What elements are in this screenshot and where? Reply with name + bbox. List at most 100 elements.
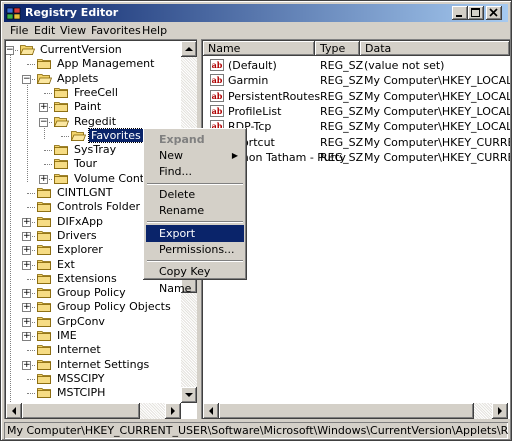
- tree-item-label: App Management: [57, 57, 155, 71]
- menu-item-find[interactable]: Find...: [146, 163, 244, 180]
- value-type: REG_SZ: [320, 104, 364, 118]
- expand-icon[interactable]: +: [22, 332, 31, 341]
- value-row[interactable]: ab Garmin REG_SZMy Computer\HKEY_LOCAL_MAC…: [205, 73, 510, 88]
- menu-edit[interactable]: Edit: [34, 24, 55, 37]
- tree-scroll-left-button[interactable]: [6, 403, 22, 419]
- tree-item-label: Group Policy Objects: [57, 300, 171, 314]
- tree-item[interactable]: + GrpConv: [6, 315, 179, 329]
- tree-item[interactable]: + Paint: [6, 100, 179, 114]
- list-scroll-right-button[interactable]: [492, 403, 508, 419]
- tree-item[interactable]: − Applets: [6, 72, 179, 86]
- tree-item[interactable]: FreeCell: [6, 86, 179, 100]
- value-row[interactable]: abShortcutREG_SZMy Computer\HKEY_CURRENT…: [205, 135, 510, 150]
- value-row[interactable]: ab (Default) REG_SZ (value not set): [205, 58, 507, 73]
- expand-icon[interactable]: +: [22, 246, 31, 256]
- expand-icon[interactable]: +: [39, 103, 48, 113]
- column-header-name[interactable]: Name: [203, 41, 315, 56]
- string-value-icon: ab: [210, 104, 224, 117]
- expand-icon[interactable]: +: [22, 289, 31, 299]
- folder-icon: [54, 101, 69, 113]
- scroll-down-arrow-icon: [185, 393, 193, 397]
- expand-icon[interactable]: +: [22, 260, 31, 270]
- scroll-up-arrow-icon: [185, 47, 193, 51]
- tree-horizontal-scrollbar[interactable]: [6, 403, 181, 419]
- menu-separator: [147, 183, 243, 185]
- expand-icon[interactable]: +: [22, 217, 31, 227]
- menu-favorites[interactable]: Favorites: [91, 24, 141, 37]
- column-header-data[interactable]: Data: [360, 41, 510, 56]
- folder-icon: [37, 330, 52, 342]
- menu-item-copy-key-name[interactable]: Copy Key Name: [146, 263, 244, 295]
- tree-hscroll-thumb[interactable]: [22, 403, 140, 419]
- menu-item-permissions[interactable]: Permissions...: [146, 241, 244, 258]
- tree-item[interactable]: Internet: [6, 343, 179, 357]
- value-type: REG_SZ: [320, 89, 364, 103]
- tree-item[interactable]: + Internet Settings: [6, 358, 179, 372]
- tree-item-label: Controls Folder: [57, 200, 140, 214]
- values-list-panel[interactable]: Name Type Data ab (Default) REG_SZ (value n…: [201, 39, 510, 419]
- maximize-icon: [471, 8, 480, 17]
- menu-view[interactable]: View: [60, 24, 86, 37]
- tree-scroll-down-button[interactable]: [181, 387, 197, 403]
- menu-item-rename[interactable]: Rename: [146, 202, 244, 219]
- tree-item[interactable]: − Regedit: [6, 115, 179, 129]
- tree-item[interactable]: MSTCIPH: [6, 386, 179, 400]
- value-row[interactable]: ab ProfileList REG_SZ My Computer\HKEY_LOCA…: [205, 104, 510, 119]
- list-scroll-left-button[interactable]: [203, 403, 219, 419]
- tree-item[interactable]: − CurrentVersion: [6, 43, 179, 57]
- menu-item-new[interactable]: New ▶: [146, 147, 244, 164]
- folder-icon: [53, 116, 70, 128]
- expand-icon[interactable]: +: [22, 360, 31, 370]
- folder-icon: [37, 373, 52, 385]
- collapse-icon[interactable]: −: [22, 74, 31, 84]
- menu-help[interactable]: Help: [142, 24, 167, 37]
- expand-icon[interactable]: +: [22, 317, 31, 327]
- tree-scroll-up-button[interactable]: [181, 41, 197, 57]
- folder-icon: [54, 173, 69, 185]
- expand-icon[interactable]: +: [39, 174, 48, 184]
- menu-item-expand[interactable]: Expand: [146, 131, 244, 148]
- value-data: My Computer\HKEY_CURRENT_USER: [364, 135, 510, 149]
- tree-item[interactable]: + Group Policy: [6, 286, 179, 300]
- value-row[interactable]: abSimon Tatham - PuttyREG_SZMy Computer\…: [205, 150, 510, 165]
- tree-item[interactable]: App Management: [6, 57, 179, 71]
- tree-item-label: Regedit: [74, 114, 117, 128]
- context-menu: Expand New ▶ Find... Delete Rename Expor…: [143, 128, 247, 295]
- value-row[interactable]: ab PersistentRoutes REG_SZ My Computer\HKEY…: [205, 89, 510, 104]
- title-bar[interactable]: Registry Editor: [4, 4, 508, 22]
- tree-item[interactable]: MSSCIPY: [6, 372, 179, 386]
- minimize-icon: [456, 15, 462, 17]
- close-button[interactable]: [486, 6, 502, 20]
- column-header-type[interactable]: Type: [315, 41, 360, 56]
- tree-item-label: FreeCell: [74, 85, 118, 99]
- tree-scroll-right-button[interactable]: [165, 403, 181, 419]
- value-row[interactable]: abRDP-TcpREG_SZMy Computer\HKEY_LOCAL_MA…: [205, 119, 510, 134]
- tree-item-label: MSSCIPY: [57, 371, 105, 385]
- value-name: Garmin: [228, 74, 269, 88]
- menu-separator: [147, 260, 243, 262]
- tree-item[interactable]: + IME: [6, 329, 179, 343]
- menu-separator: [147, 221, 243, 223]
- menu-item-new-label: New: [159, 149, 183, 162]
- scroll-right-arrow-icon: [171, 407, 175, 415]
- folder-icon: [37, 187, 52, 199]
- tree-item-label: Paint: [74, 100, 102, 114]
- expand-icon[interactable]: +: [22, 231, 31, 241]
- list-horizontal-scrollbar[interactable]: [203, 403, 508, 419]
- folder-icon: [54, 144, 69, 156]
- folder-icon: [37, 359, 52, 371]
- collapse-icon[interactable]: −: [6, 46, 14, 55]
- tree-item[interactable]: + Group Policy Objects: [6, 300, 179, 314]
- menu-item-delete[interactable]: Delete: [146, 186, 244, 203]
- folder-icon: [37, 244, 52, 256]
- tree-connector: [44, 150, 52, 152]
- menu-item-export[interactable]: Export: [146, 225, 244, 242]
- minimize-button[interactable]: [452, 6, 468, 20]
- expand-icon[interactable]: +: [22, 303, 31, 313]
- menu-file[interactable]: File: [10, 24, 28, 37]
- string-value-icon: ab: [210, 74, 224, 87]
- maximize-button[interactable]: [468, 6, 484, 20]
- folder-icon: [37, 230, 52, 242]
- list-hscroll-thumb[interactable]: [219, 403, 474, 419]
- collapse-icon[interactable]: −: [39, 117, 48, 127]
